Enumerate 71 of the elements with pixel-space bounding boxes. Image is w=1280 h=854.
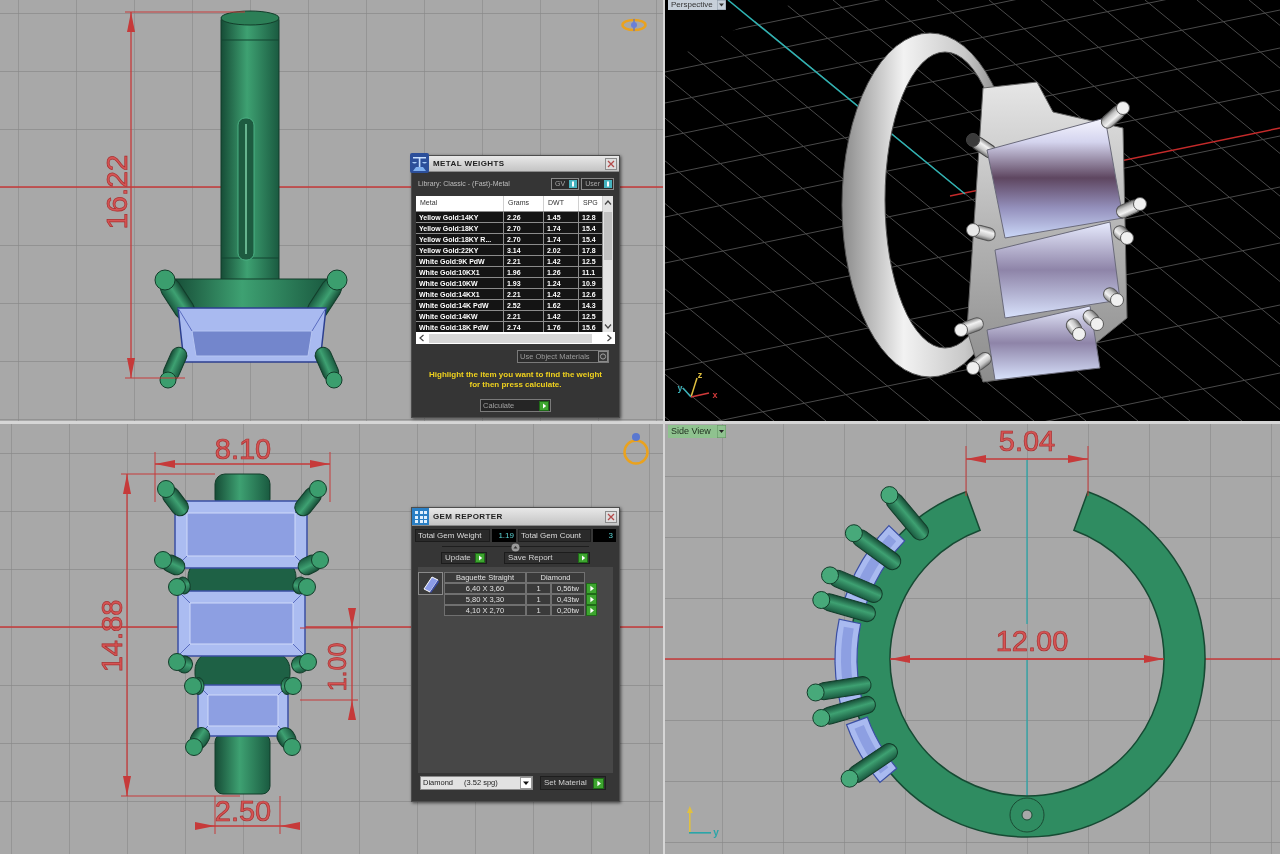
close-icon — [607, 512, 615, 521]
chevron-right-icon[interactable] — [606, 334, 613, 342]
dimension-value: 12.00 — [995, 625, 1069, 657]
prong — [312, 344, 343, 389]
arrow-right-icon — [475, 553, 485, 563]
caret-icon — [520, 777, 532, 789]
dimension-value: 16.22 — [99, 154, 133, 230]
axis-label: y — [713, 826, 719, 838]
prong — [280, 677, 302, 695]
panel-title: METAL WEIGHTS — [433, 157, 505, 170]
prong — [168, 575, 193, 596]
arrow-right-icon — [593, 777, 604, 789]
prong — [812, 693, 878, 727]
collapse-icon[interactable] — [511, 542, 520, 552]
close-button[interactable] — [605, 510, 617, 523]
dial-icon — [598, 351, 608, 362]
prong — [1063, 315, 1086, 341]
prong — [290, 575, 316, 596]
panel-title: GEM REPORTER — [433, 510, 503, 523]
field-label: Total Gem Count — [518, 529, 591, 542]
prong — [273, 724, 301, 756]
prong — [966, 349, 995, 375]
dimension-value: 2.50 — [214, 795, 272, 827]
close-icon — [607, 159, 615, 168]
prong — [812, 591, 878, 625]
scrollbar-thumb[interactable] — [429, 333, 592, 343]
prong — [168, 653, 196, 676]
prong — [966, 223, 998, 243]
view-menu-button[interactable]: Perspective — [668, 0, 726, 10]
toggle-indicator-icon — [604, 180, 612, 188]
update-button[interactable]: Update — [441, 552, 487, 564]
set-material-button[interactable]: Set Material — [540, 776, 606, 790]
band-hole — [1009, 797, 1045, 833]
prong — [159, 344, 190, 389]
field-label: Total Gem Weight — [415, 529, 490, 542]
chevron-left-icon[interactable] — [418, 334, 425, 342]
prong — [1079, 306, 1104, 331]
grid-tile-icon — [412, 508, 429, 525]
arrow-right-icon — [539, 400, 549, 411]
total-value: 1.19 — [492, 529, 516, 542]
axis-tripod-icon — [685, 805, 711, 837]
dimension-value: 8.10 — [214, 433, 272, 465]
chevron-down-icon[interactable] — [604, 323, 612, 330]
prong — [1110, 222, 1134, 245]
toggle-indicator-icon — [569, 180, 578, 188]
dimension-value: 14.88 — [96, 599, 128, 673]
arrow-right-icon[interactable] — [586, 594, 597, 605]
view-menu-button[interactable]: Side View — [668, 425, 726, 438]
axis-label: z — [697, 370, 703, 380]
prong — [184, 677, 205, 695]
prong — [806, 674, 873, 702]
dimension-value: 1.00 — [323, 642, 351, 692]
scrollbar-thumb[interactable] — [604, 212, 612, 260]
hint-text: Highlight the item you want to find the weight for then press calculate. — [428, 370, 603, 390]
save-report-button[interactable]: Save Report — [504, 552, 590, 564]
arrow-right-icon — [578, 553, 588, 563]
prong — [954, 315, 986, 337]
prong — [288, 653, 317, 676]
scale-icon — [410, 153, 429, 173]
dimension-value: 5.04 — [998, 425, 1056, 457]
caret-icon — [716, 425, 726, 438]
arrow-right-icon[interactable] — [586, 605, 597, 616]
arrow-right-icon[interactable] — [586, 583, 597, 594]
caret-icon — [716, 0, 726, 10]
total-value: 3 — [593, 529, 616, 542]
axis-label: x — [712, 390, 718, 400]
axis-label: y — [677, 383, 683, 393]
chevron-up-icon[interactable] — [604, 199, 612, 206]
prong — [1113, 197, 1147, 221]
close-button[interactable] — [605, 157, 617, 170]
prong — [1100, 284, 1124, 307]
